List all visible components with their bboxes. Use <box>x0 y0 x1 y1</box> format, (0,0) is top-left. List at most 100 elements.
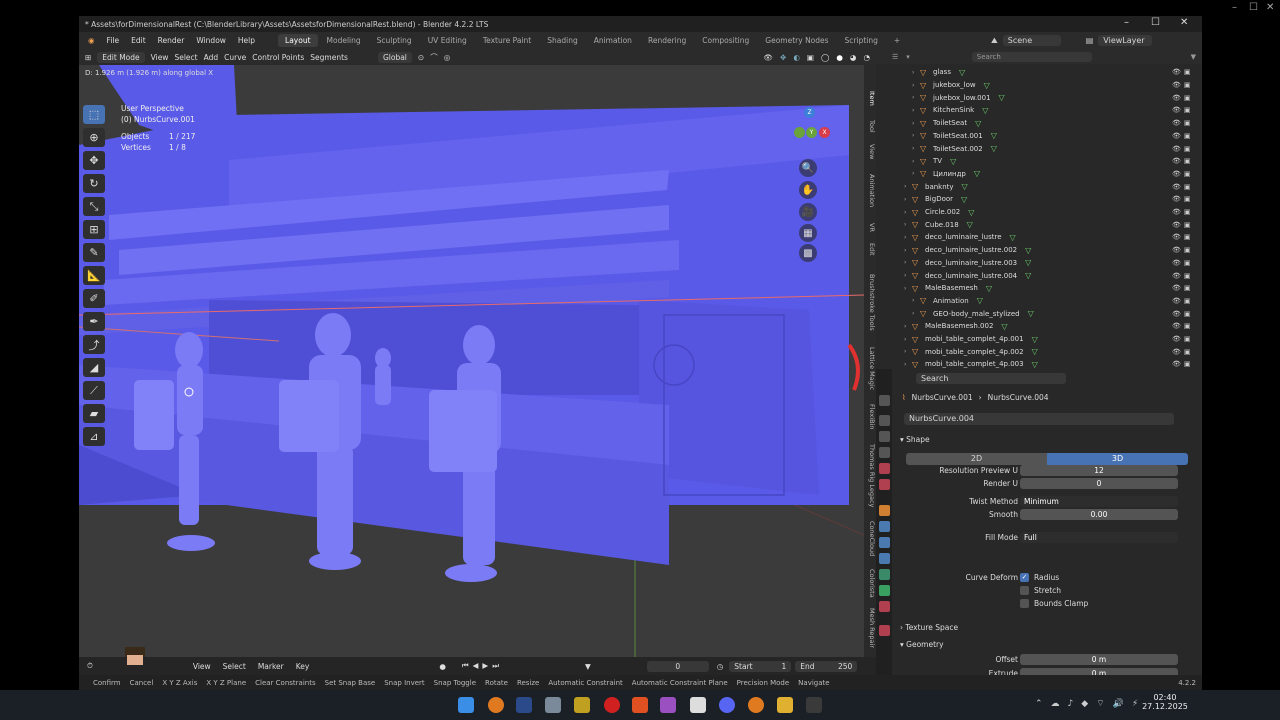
visibility-toggle-icons[interactable]: 👁▣ <box>1172 246 1194 254</box>
sidebar-tab-edit[interactable]: Edit <box>864 239 876 259</box>
dimension-2d-button[interactable]: 2D <box>906 453 1047 465</box>
app-icon-4[interactable] <box>690 697 706 713</box>
expand-arrow-icon[interactable]: › <box>912 94 920 101</box>
outliner-row[interactable]: › ▽ GEO-body_male_stylized ▽ 👁▣ <box>876 307 1202 320</box>
brave-icon[interactable] <box>632 697 648 713</box>
render-properties-icon[interactable] <box>879 415 890 426</box>
clock[interactable]: 02:40 27.12.2025 <box>1140 693 1190 711</box>
opera-icon[interactable] <box>604 697 620 713</box>
tab-uv-editing[interactable]: UV Editing <box>421 34 474 47</box>
window-close-icon[interactable]: ✕ <box>1180 17 1188 28</box>
expand-arrow-icon[interactable]: › <box>912 158 920 165</box>
tab-shading[interactable]: Shading <box>540 34 584 47</box>
outliner-editor-icon[interactable]: ☰ <box>892 53 898 61</box>
visibility-toggle-icons[interactable]: 👁▣ <box>1172 183 1194 191</box>
visibility-toggle-icons[interactable]: 👁▣ <box>1172 348 1194 356</box>
physics-properties-icon[interactable] <box>879 553 890 564</box>
expand-arrow-icon[interactable]: › <box>912 310 920 317</box>
visibility-toggle-icons[interactable]: 👁▣ <box>1172 272 1194 280</box>
outliner-item-name[interactable]: Цилиндр <box>933 170 966 178</box>
data-properties-icon[interactable] <box>879 585 890 596</box>
outliner-item-name[interactable]: mobi_table_complet_4p.002 <box>925 348 1024 356</box>
extrude-tool[interactable]: ⤴ <box>83 335 105 354</box>
proportional-icon[interactable]: ◎ <box>444 53 451 62</box>
playback-controls[interactable]: ⏮◀▶⏭ <box>462 661 503 671</box>
draw-tool[interactable]: ✐ <box>83 289 105 308</box>
expand-arrow-icon[interactable]: › <box>904 196 912 203</box>
outliner-row[interactable]: › ▽ Cube.018 ▽ 👁▣ <box>876 218 1202 231</box>
tab-modeling[interactable]: Modeling <box>320 34 368 47</box>
property-value-field[interactable]: 0 m <box>1020 653 1178 665</box>
filter-icon[interactable]: ▼ <box>585 662 591 671</box>
menu-file[interactable]: File <box>102 36 125 45</box>
sidebar-tab-animation[interactable]: Animation <box>864 167 876 215</box>
gizmo-x-axis[interactable]: X <box>819 127 830 138</box>
visibility-toggle-icons[interactable]: 👁▣ <box>1172 310 1194 318</box>
outliner-row[interactable]: › ▽ KitchenSink ▽ 👁▣ <box>876 104 1202 117</box>
viewport-menu-add[interactable]: Add <box>204 53 219 62</box>
outliner-row[interactable]: › ▽ glass ▽ 👁▣ <box>876 66 1202 79</box>
expand-arrow-icon[interactable]: › <box>904 183 912 190</box>
outliner-display-mode-icon[interactable]: ▾ <box>906 53 910 61</box>
sidebar-tab-item[interactable]: Item <box>864 85 876 111</box>
material-shading-icon[interactable]: ◕ <box>850 53 857 62</box>
visibility-toggle-icons[interactable]: 👁▣ <box>1172 132 1194 140</box>
current-frame-field[interactable]: 0 <box>646 660 709 672</box>
gizmo-y-positive[interactable]: Y <box>806 127 817 138</box>
outliner-item-name[interactable]: banknty <box>925 183 954 191</box>
outliner-row[interactable]: › ▽ MaleBasemesh ▽ 👁▣ <box>876 282 1202 295</box>
sidebar-tab-brushstroke[interactable]: Brushstroke Tools <box>864 265 876 339</box>
end-frame-field[interactable]: 250 <box>838 662 852 671</box>
visibility-toggle-icons[interactable]: 👁▣ <box>1172 221 1194 229</box>
cursor-tool[interactable]: ⊕ <box>83 128 105 147</box>
transform-orientation[interactable]: Global <box>377 51 412 63</box>
checkbox[interactable]: ✓ <box>1020 572 1029 582</box>
menu-edit[interactable]: Edit <box>126 36 151 45</box>
outliner-item-name[interactable]: Circle.002 <box>925 208 960 216</box>
expand-arrow-icon[interactable]: › <box>912 69 920 76</box>
zoom-icon[interactable]: 🔍 <box>799 159 817 177</box>
outliner-item-name[interactable]: ToiletSeat.001 <box>933 132 983 140</box>
grid-icon[interactable]: ▩ <box>799 244 817 262</box>
visibility-toggle-icons[interactable]: 👁▣ <box>1172 322 1194 330</box>
scale-tool[interactable]: ⤡ <box>83 197 105 216</box>
radius-tool[interactable]: ◢ <box>83 358 105 377</box>
navigation-gizmo[interactable]: Z Y X 🔍 ✋ 🎥 ▦ ▩ <box>784 107 834 262</box>
outliner-row[interactable]: › ▽ jukebox_low.001 ▽ 👁▣ <box>876 91 1202 104</box>
tab-animation[interactable]: Animation <box>587 34 639 47</box>
tilt-tool[interactable]: ⟋ <box>83 381 105 400</box>
select-box-tool[interactable]: ⬚ <box>83 105 105 124</box>
expand-arrow-icon[interactable]: › <box>912 82 920 89</box>
outliner-row[interactable]: › ▽ TV ▽ 👁▣ <box>876 155 1202 168</box>
outliner-item-name[interactable]: deco_luminaire_lustre <box>925 233 1002 241</box>
visibility-toggle-icons[interactable]: 👁▣ <box>1172 81 1194 89</box>
expand-arrow-icon[interactable]: › <box>904 247 912 254</box>
outliner-item-name[interactable]: glass <box>933 68 951 76</box>
gizmo-icon[interactable]: ✥ <box>780 53 786 62</box>
view-layer-properties-icon[interactable] <box>879 447 890 458</box>
discord-icon[interactable] <box>719 697 735 713</box>
property-value-field[interactable]: Minimum <box>1020 495 1178 507</box>
expand-arrow-icon[interactable]: › <box>904 272 912 279</box>
expand-arrow-icon[interactable]: › <box>912 132 920 139</box>
viewport-menu-view[interactable]: View <box>151 53 169 62</box>
expand-arrow-icon[interactable]: › <box>912 120 920 127</box>
viewport-menu-select[interactable]: Select <box>174 53 197 62</box>
expand-arrow-icon[interactable]: › <box>904 259 912 266</box>
menu-help[interactable]: Help <box>233 36 260 45</box>
move-tool[interactable]: ✥ <box>83 151 105 170</box>
outliner-row[interactable]: › ▽ jukebox_low ▽ 👁▣ <box>876 79 1202 92</box>
expand-arrow-icon[interactable]: › <box>904 221 912 228</box>
measure-tool[interactable]: 📐 <box>83 266 105 285</box>
tool-properties-icon[interactable] <box>879 395 890 406</box>
editor-type-icon[interactable]: ⊞ <box>85 53 91 62</box>
blender-app-icon[interactable] <box>488 697 504 713</box>
viewport-menu-control-points[interactable]: Control Points <box>252 53 304 62</box>
visibility-toggle-icons[interactable]: 👁▣ <box>1172 157 1194 165</box>
file-explorer-icon[interactable] <box>777 697 793 713</box>
camera-view-icon[interactable]: 🎥 <box>799 203 817 221</box>
outliner-row[interactable]: › ▽ mobi_table_complet_4p.001 ▽ 👁▣ <box>876 333 1202 346</box>
xray-icon[interactable]: ▣ <box>807 53 814 62</box>
outliner-item-name[interactable]: jukebox_low.001 <box>933 94 991 102</box>
rendered-shading-icon[interactable]: ◔ <box>863 53 870 62</box>
